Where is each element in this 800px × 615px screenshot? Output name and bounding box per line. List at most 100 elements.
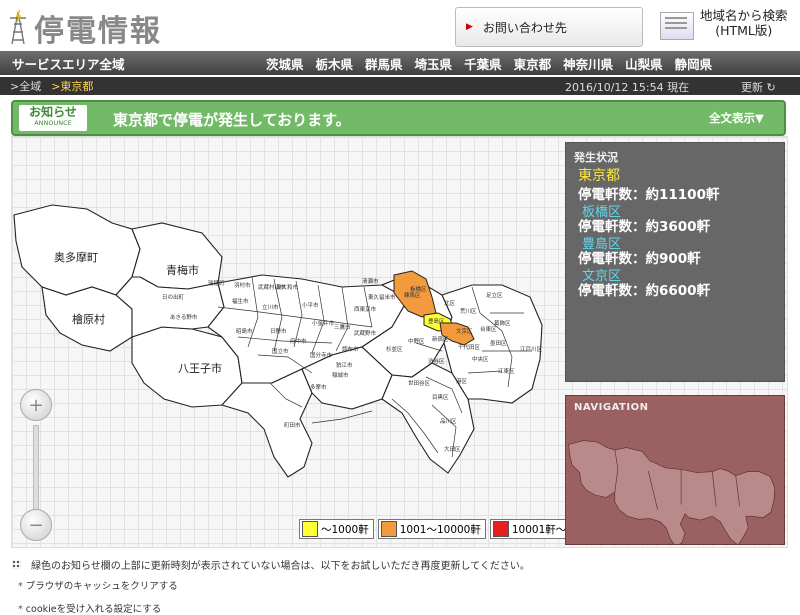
nav-pref-chiba[interactable]: 千葉県: [464, 54, 502, 73]
refresh-button[interactable]: 更新 ↻: [741, 79, 776, 95]
arrow-right-icon: ▶: [466, 22, 473, 32]
map-label-small[interactable]: 大田区: [444, 445, 461, 453]
plus-icon: +: [28, 394, 44, 416]
map-label-small[interactable]: 目黒区: [432, 394, 449, 401]
status-count-bunkyo: 停電軒数：約6600軒: [578, 283, 711, 299]
tip-item: cookieを受け入れる設定にする: [18, 601, 161, 615]
map-label-small[interactable]: 中央区: [472, 355, 489, 363]
nav-pref-saitama[interactable]: 埼玉県: [415, 54, 453, 73]
announce-badge: お知らせ ANNOUNCE: [19, 105, 87, 131]
nav-all-area[interactable]: サービスエリア全域: [12, 54, 266, 73]
map-label-small[interactable]: 福生市: [232, 297, 249, 305]
map-label-small[interactable]: 豊島区: [428, 317, 445, 325]
nav-pref-shizuoka[interactable]: 静岡県: [675, 54, 713, 73]
map-label-small[interactable]: 江戸川区: [520, 346, 543, 353]
site-logo[interactable]: 停電情報: [8, 6, 162, 50]
nav-pref-tokyo[interactable]: 東京都: [514, 54, 552, 73]
map-label-small[interactable]: 昭島市: [236, 327, 253, 335]
map-label-small[interactable]: 清瀬市: [362, 277, 379, 285]
minus-icon: −: [28, 514, 44, 536]
map-label-small[interactable]: 国立市: [272, 347, 289, 355]
legend-swatch-yellow: [302, 521, 318, 537]
map-label-small[interactable]: 多摩市: [310, 383, 327, 391]
update-note-text: 緑色のお知らせ欄の上部に更新時刻が表示されていない場合は、以下をお試しいただき再…: [31, 561, 530, 572]
announce-label-en: ANNOUNCE: [34, 119, 72, 127]
map-label-small[interactable]: 品川区: [440, 418, 457, 425]
map-label-small[interactable]: 三鷹市: [334, 323, 351, 331]
map-label-small[interactable]: 葛飾区: [494, 319, 511, 327]
map-label-ome: 青梅市: [166, 263, 199, 277]
map-label-small[interactable]: 中野区: [408, 337, 425, 345]
nav-pref-gunma[interactable]: 群馬県: [365, 54, 403, 73]
region-okutama: [13, 204, 141, 296]
show-full-text-button[interactable]: 全文表示▼: [709, 110, 764, 126]
breadcrumb-all[interactable]: >全域: [10, 78, 41, 94]
legend-swatch-red: [492, 521, 509, 537]
map-label-small[interactable]: 小平市: [302, 301, 319, 309]
power-tower-icon: [10, 10, 26, 45]
navigation-minimap[interactable]: NAVIGATION: [565, 395, 785, 545]
document-icon: [660, 12, 694, 40]
map-label-small[interactable]: 渋谷区: [428, 357, 445, 365]
announce-message: 東京都で停電が発生しております。: [113, 111, 351, 129]
map-label-small[interactable]: 江東区: [498, 367, 515, 375]
status-title: 発生状況: [574, 151, 618, 164]
map-label-small[interactable]: 武蔵野市: [354, 329, 377, 337]
map-label-small[interactable]: 稲城市: [332, 371, 349, 379]
zoom-out-button[interactable]: −: [20, 509, 52, 541]
map-label-small[interactable]: 小金井市: [312, 319, 335, 327]
map-label-small[interactable]: 新宿区: [432, 335, 449, 343]
grid-bullet-icon: [12, 560, 21, 569]
map-label-small[interactable]: 千代田区: [458, 343, 481, 351]
map-label-small[interactable]: あきる野市: [170, 313, 198, 321]
nav-pref-ibaraki[interactable]: 茨城県: [266, 54, 304, 73]
update-note: 緑色のお知らせ欄の上部に更新時刻が表示されていない場合は、以下をお試しいただき再…: [12, 557, 530, 572]
page-title: 停電情報: [34, 14, 162, 49]
map-label-small[interactable]: 杉並区: [386, 345, 403, 353]
map-label-hinohara: 檜原村: [72, 312, 105, 326]
map-label-small[interactable]: 文京区: [456, 327, 473, 335]
legend-item: 1001～10000軒: [377, 519, 486, 539]
map-label-small[interactable]: 東大和市: [276, 283, 299, 291]
legend-item: 10001軒～: [489, 519, 572, 539]
map-label-small[interactable]: 町田市: [284, 421, 301, 429]
map-label-small[interactable]: 墨田区: [490, 340, 507, 347]
map-label-small[interactable]: 西東京市: [354, 305, 377, 313]
nav-pref-yamanashi[interactable]: 山梨県: [625, 54, 663, 73]
update-timestamp: 2016/10/12 15:54 現在: [565, 81, 690, 94]
map-label-small[interactable]: 国分寺市: [310, 351, 333, 359]
announce-label: お知らせ: [29, 105, 77, 119]
nav-pref-kanagawa[interactable]: 神奈川県: [563, 54, 613, 73]
map-label-small[interactable]: 北区: [444, 299, 456, 307]
breadcrumb-current: >東京都: [51, 80, 94, 93]
status-prefecture[interactable]: 東京都: [578, 165, 620, 185]
nav-pref-tochigi[interactable]: 栃木県: [316, 54, 354, 73]
map-label-small[interactable]: 狛江市: [336, 361, 353, 369]
map-label-small[interactable]: 板橋区: [410, 285, 427, 293]
map-label-small[interactable]: 港区: [456, 377, 468, 385]
map-label-small[interactable]: 荒川区: [460, 307, 477, 315]
zoom-in-button[interactable]: +: [20, 389, 52, 421]
area-search-link[interactable]: 地域名から検索 (HTML版): [660, 8, 800, 46]
zoom-slider[interactable]: [33, 425, 39, 515]
contact-button[interactable]: ▶ お問い合わせ先: [455, 7, 643, 47]
status-total: 停電軒数：約11100軒: [578, 187, 720, 203]
announce-bar: お知らせ ANNOUNCE 東京都で停電が発生しております。 全文表示▼: [11, 100, 786, 136]
refresh-label: 更新: [741, 81, 763, 94]
map-label-small[interactable]: 府中市: [290, 337, 307, 345]
map-label-small[interactable]: 調布市: [342, 345, 359, 353]
map-label-small[interactable]: 世田谷区: [408, 379, 431, 387]
minimap-shape: [568, 440, 776, 544]
status-count-toshima: 停電軒数：約900軒: [578, 251, 701, 267]
status-count-itabashi: 停電軒数：約3600軒: [578, 219, 711, 235]
map-label-small[interactable]: 瑞穂町: [208, 279, 225, 287]
map-label-small[interactable]: 立川市: [262, 303, 279, 311]
map-label-small[interactable]: 台東区: [480, 325, 497, 333]
map-label-okutama: 奥多摩町: [54, 250, 98, 264]
map-label-small[interactable]: 日の出町: [162, 293, 185, 301]
map-label-small[interactable]: 東久留米市: [368, 293, 396, 301]
legend-swatch-orange: [380, 521, 397, 537]
map-label-small[interactable]: 足立区: [486, 291, 503, 299]
map-label-small[interactable]: 日野市: [270, 327, 287, 335]
map-label-small[interactable]: 羽村市: [234, 281, 251, 289]
